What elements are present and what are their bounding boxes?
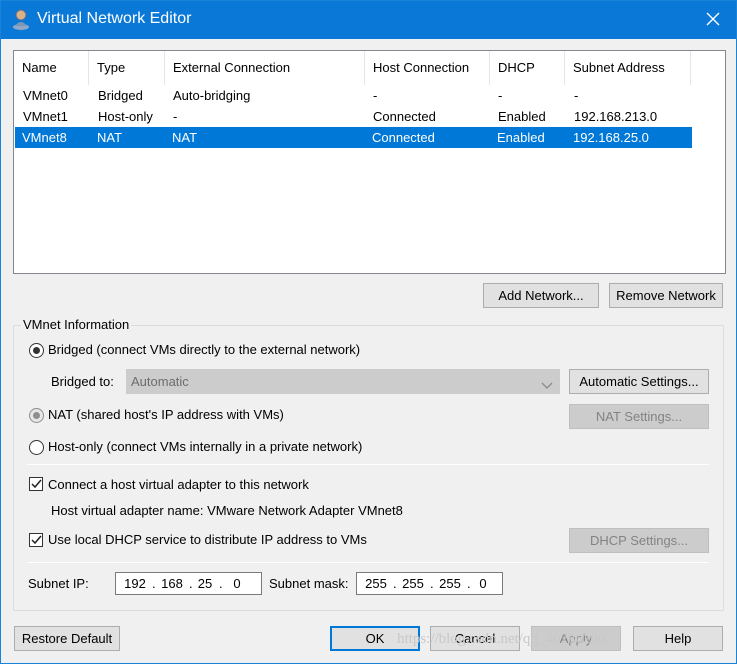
ip-dot: . [393,576,397,591]
cell-host-connection: - [373,88,378,103]
dhcp-settings-button[interactable]: DHCP Settings... [569,528,709,553]
cell-type: Bridged [98,88,143,103]
bridged-label[interactable]: Bridged (connect VMs directly to the ext… [48,342,360,357]
ip-dot: . [467,576,471,591]
ip-octet[interactable]: 168 [157,576,187,591]
cell-type: Host-only [98,109,153,124]
divider [27,464,709,465]
nat-radio[interactable] [29,408,44,423]
vmnet-information-group [13,325,724,611]
ip-octet[interactable]: 0 [472,576,494,591]
column-header-host-connection[interactable]: Host Connection [365,51,490,85]
cell-subnet-address: 192.168.25.0 [573,130,649,145]
nat-label[interactable]: NAT (shared host's IP address with VMs) [48,407,284,422]
restore-default-button[interactable]: Restore Default [14,626,120,651]
remove-network-button[interactable]: Remove Network [609,283,723,308]
cancel-button[interactable]: Cancel [430,626,520,651]
ip-dot: . [219,576,223,591]
help-button[interactable]: Help [633,626,723,651]
cell-subnet-address: 192.168.213.0 [574,109,658,124]
ip-octet[interactable]: 255 [435,576,465,591]
cell-name: VMnet1 [23,109,68,124]
adapter-name-label: Host virtual adapter name: VMware Networ… [51,503,403,518]
cell-external-connection: Auto-bridging [173,88,251,103]
column-header-dhcp[interactable]: DHCP [490,51,565,85]
add-network-button[interactable]: Add Network... [483,283,599,308]
column-header-type[interactable]: Type [89,51,165,85]
bridged-to-label: Bridged to: [51,374,114,389]
vmware-network-icon [12,9,30,31]
window-title: Virtual Network Editor [37,10,192,27]
close-icon [706,12,720,29]
host-only-radio[interactable] [29,440,44,455]
subnet-ip-input[interactable]: 192 . 168 . 25 . 0 [115,572,262,595]
cell-dhcp: Enabled [497,130,545,145]
checkmark-icon [30,535,42,545]
cell-dhcp: - [498,88,503,103]
ip-octet[interactable]: 255 [361,576,391,591]
close-button[interactable] [690,1,736,39]
cell-host-connection: Connected [373,109,436,124]
subnet-mask-input[interactable]: 255 . 255 . 255 . 0 [356,572,503,595]
nat-settings-button[interactable]: NAT Settings... [569,404,709,429]
table-row[interactable]: VMnet1 Host-only - Connected Enabled 192… [15,106,692,127]
cell-name: VMnet8 [22,130,67,145]
column-header-subnet-address[interactable]: Subnet Address [565,51,691,85]
checkmark-icon [30,479,42,489]
cell-external-connection: NAT [172,130,198,145]
ip-octet[interactable]: 192 [120,576,150,591]
divider [27,562,709,563]
ip-dot: . [189,576,193,591]
network-list[interactable]: Name Type External Connection Host Conne… [13,50,726,274]
subnet-mask-label: Subnet mask: [269,576,349,591]
bridged-to-select[interactable]: Automatic [126,369,560,394]
cell-external-connection: - [173,109,178,124]
ip-dot: . [430,576,434,591]
automatic-settings-button[interactable]: Automatic Settings... [569,369,709,394]
chevron-down-icon [541,378,553,393]
title-bar[interactable]: Virtual Network Editor [1,1,736,39]
ip-octet[interactable]: 255 [398,576,428,591]
virtual-network-editor-window: Virtual Network Editor Name Type Externa… [0,0,737,664]
dhcp-label[interactable]: Use local DHCP service to distribute IP … [48,532,367,547]
group-label: VMnet Information [21,317,132,332]
bridged-to-value: Automatic [131,374,189,389]
connect-adapter-checkbox[interactable] [29,477,43,491]
ip-octet[interactable]: 0 [226,576,248,591]
list-header: Name Type External Connection Host Conne… [14,51,725,85]
bridged-radio[interactable] [29,343,44,358]
cell-name: VMnet0 [23,88,68,103]
cell-dhcp: Enabled [498,109,546,124]
host-only-label[interactable]: Host-only (connect VMs internally in a p… [48,439,362,454]
cell-subnet-address: - [574,88,579,103]
table-row[interactable]: VMnet0 Bridged Auto-bridging - - - [15,85,692,106]
table-row-selected[interactable]: VMnet8 NAT NAT Connected Enabled 192.168… [15,127,692,148]
ip-octet[interactable]: 25 [194,576,216,591]
connect-adapter-label[interactable]: Connect a host virtual adapter to this n… [48,477,309,492]
cell-type: NAT [97,130,123,145]
apply-button[interactable]: Apply [531,626,621,651]
dhcp-checkbox[interactable] [29,533,43,547]
column-header-name[interactable]: Name [14,51,89,85]
ip-dot: . [152,576,156,591]
cell-host-connection: Connected [372,130,435,145]
ok-button[interactable]: OK [330,626,420,651]
subnet-ip-label: Subnet IP: [28,576,89,591]
column-header-external-connection[interactable]: External Connection [165,51,365,85]
